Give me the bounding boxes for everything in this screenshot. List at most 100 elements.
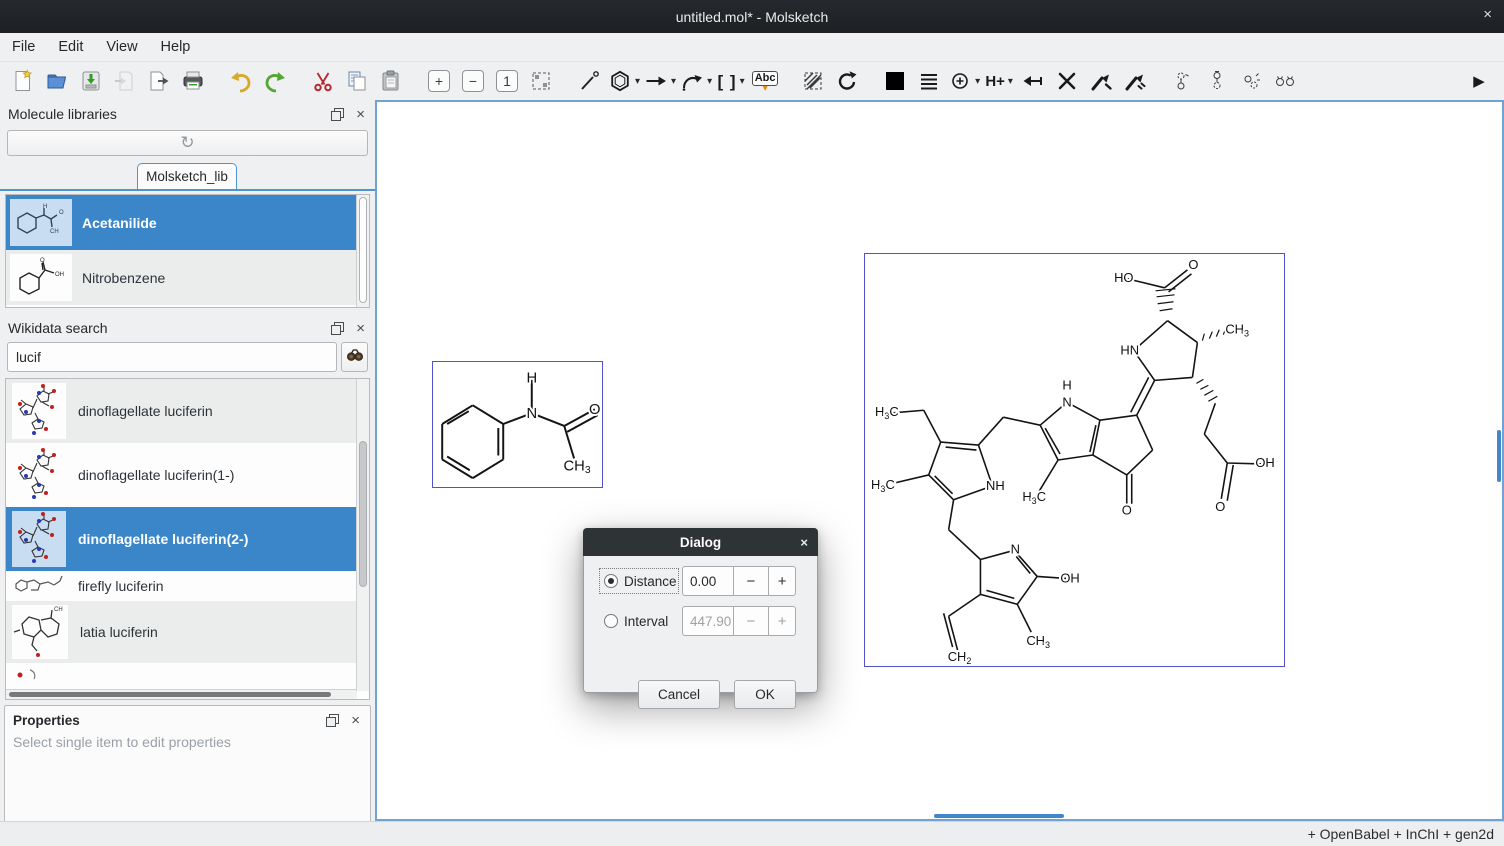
charge-dropdown-icon[interactable]: ▾ <box>975 76 980 87</box>
menu-bar: File Edit View Help <box>0 33 1504 62</box>
fragment-glyph-3-icon[interactable] <box>1236 66 1266 96</box>
library-item-label: Nitrobenzene <box>82 270 165 286</box>
distance-spinbox: 0.00 − + <box>682 566 796 596</box>
wikidata-scrollbar[interactable] <box>356 379 369 691</box>
rotate-icon[interactable] <box>832 66 862 96</box>
redo-icon[interactable] <box>260 66 290 96</box>
wikidata-result-item[interactable]: CHlatia luciferin <box>6 601 357 663</box>
svg-text:HO: HO <box>1114 270 1133 285</box>
partial-thumbnail <box>12 667 52 683</box>
reaction-arrow-icon[interactable]: ▾ <box>644 66 676 96</box>
toolbar: +−1▾▾▾[ ]▾Abc▾H+▾▶ <box>0 62 1504 100</box>
wikidata-result-item[interactable]: dinoflagellate luciferin <box>6 379 357 443</box>
undo-icon[interactable] <box>226 66 256 96</box>
export-icon[interactable] <box>144 66 174 96</box>
fragment-glyph-2-icon[interactable] <box>1202 66 1232 96</box>
svg-text:H: H <box>1062 377 1071 392</box>
dialog-window: Dialog × Distance 0.00 − + Interval 447.… <box>583 528 818 693</box>
reaction-arrow-dropdown-icon[interactable]: ▾ <box>671 76 676 87</box>
hydrogen-add-dropdown-icon[interactable]: ▾ <box>1008 76 1013 87</box>
new-file-icon[interactable] <box>8 66 38 96</box>
zoom-original-icon: 1 <box>496 70 518 92</box>
print-icon[interactable] <box>178 66 208 96</box>
draw-bond-icon[interactable] <box>574 66 604 96</box>
library-scrollbar-handle[interactable] <box>359 197 367 303</box>
fragment-glyph-1-icon[interactable] <box>1168 66 1198 96</box>
cut-icon[interactable] <box>308 66 338 96</box>
close-panel-icon[interactable]: × <box>356 106 365 123</box>
canvas-hscrollbar-handle[interactable] <box>934 814 1064 818</box>
menu-view[interactable]: View <box>95 35 148 59</box>
toolbar-expand-button[interactable]: ▶ <box>1464 66 1494 96</box>
wedge-bond-tool-icon[interactable] <box>1086 66 1116 96</box>
drawing-canvas[interactable]: HNOCH3 <box>375 100 1504 821</box>
wikidata-result-item[interactable] <box>6 663 357 687</box>
distance-increment-button[interactable]: + <box>768 567 795 595</box>
open-file-icon[interactable] <box>42 66 72 96</box>
distance-decrement-button[interactable]: − <box>733 567 769 595</box>
close-panel-icon[interactable]: × <box>351 712 360 729</box>
ok-button[interactable]: OK <box>734 680 796 709</box>
ring-tool-dropdown-icon[interactable]: ▾ <box>635 76 640 87</box>
tab-molsketch-lib[interactable]: Molsketch_lib <box>137 163 237 189</box>
wikidata-hscrollbar-handle[interactable] <box>9 692 331 697</box>
dialog-close-icon[interactable]: × <box>800 535 808 550</box>
bracket-tool-button[interactable]: [ ]▾ <box>716 66 746 96</box>
implicit-hydrogen-icon[interactable] <box>1018 66 1048 96</box>
zoom-original-button[interactable]: 1 <box>492 66 522 96</box>
float-panel-icon[interactable] <box>331 322 344 335</box>
float-panel-icon[interactable] <box>331 108 344 121</box>
library-item[interactable]: OOH Nitrobenzene <box>6 250 357 305</box>
hash-bond-tool-icon[interactable] <box>1120 66 1150 96</box>
distance-value[interactable]: 0.00 <box>683 574 733 589</box>
menu-file[interactable]: File <box>1 35 46 59</box>
ring-tool-icon[interactable]: ▾ <box>608 66 640 96</box>
distance-radio-row: Distance <box>599 568 679 594</box>
line-width-icon[interactable] <box>914 66 944 96</box>
refresh-libraries-button[interactable]: ↻ <box>7 130 368 156</box>
bracket-tool-dropdown-icon[interactable]: ▾ <box>740 76 745 87</box>
molecule-1-selection-box[interactable]: HNOCH3 <box>432 361 603 488</box>
float-panel-icon[interactable] <box>326 714 339 727</box>
canvas-vscrollbar-handle[interactable] <box>1497 430 1501 482</box>
copy-icon[interactable] <box>342 66 372 96</box>
wikidata-scrollbar-handle[interactable] <box>359 441 367 587</box>
mechanism-arrow-icon[interactable]: ▾ <box>680 66 712 96</box>
hydrogen-add-button[interactable]: H+▾ <box>984 66 1014 96</box>
search-input[interactable] <box>7 342 337 372</box>
zoom-in-button[interactable]: + <box>424 66 454 96</box>
paste-icon[interactable] <box>376 66 406 96</box>
molecule-libraries-header: Molecule libraries × <box>0 102 375 126</box>
close-panel-icon[interactable]: × <box>356 320 365 337</box>
color-picker-icon[interactable] <box>880 66 910 96</box>
interval-decrement-button: − <box>733 607 769 635</box>
selection-hatch-icon[interactable] <box>798 66 828 96</box>
distance-radio[interactable] <box>604 574 618 588</box>
window-close-icon[interactable]: × <box>1483 6 1492 23</box>
wikidata-hscrollbar[interactable] <box>6 689 357 699</box>
molecule-2-selection-box[interactable]: HOOCH3HNHNOHOH3CH3CNHH3CONOHCH3CH2 <box>864 253 1285 667</box>
wikidata-result-item[interactable]: dinoflagellate luciferin(2-) <box>6 507 357 571</box>
wikidata-result-item[interactable]: firefly luciferin <box>6 571 357 601</box>
charge-icon[interactable]: ▾ <box>948 66 980 96</box>
menu-help[interactable]: Help <box>150 35 202 59</box>
dialog-title-bar[interactable]: Dialog × <box>583 528 818 556</box>
search-button[interactable] <box>341 342 368 372</box>
interval-radio[interactable] <box>604 614 618 628</box>
menu-edit[interactable]: Edit <box>47 35 94 59</box>
zoom-out-button[interactable]: − <box>458 66 488 96</box>
delete-icon[interactable] <box>1052 66 1082 96</box>
library-item[interactable]: HOCHAcetanilide <box>6 195 357 250</box>
wikidata-result-label: firefly luciferin <box>78 578 164 594</box>
cancel-button[interactable]: Cancel <box>638 680 720 709</box>
wikidata-result-item[interactable]: dinoflagellate luciferin(1-) <box>6 443 357 507</box>
fragment-glyph-4-icon[interactable] <box>1270 66 1300 96</box>
save-icon[interactable] <box>76 66 106 96</box>
text-tool-button[interactable]: Abc <box>750 66 780 96</box>
zoom-fit-icon[interactable] <box>526 66 556 96</box>
luciferin-thumbnail <box>12 511 66 567</box>
library-scrollbar[interactable] <box>356 195 369 307</box>
mechanism-arrow-dropdown-icon[interactable]: ▾ <box>707 76 712 87</box>
library-tab-bar: Molsketch_lib <box>0 163 375 191</box>
nitrobenzene-thumbnail: OOH <box>10 254 72 301</box>
